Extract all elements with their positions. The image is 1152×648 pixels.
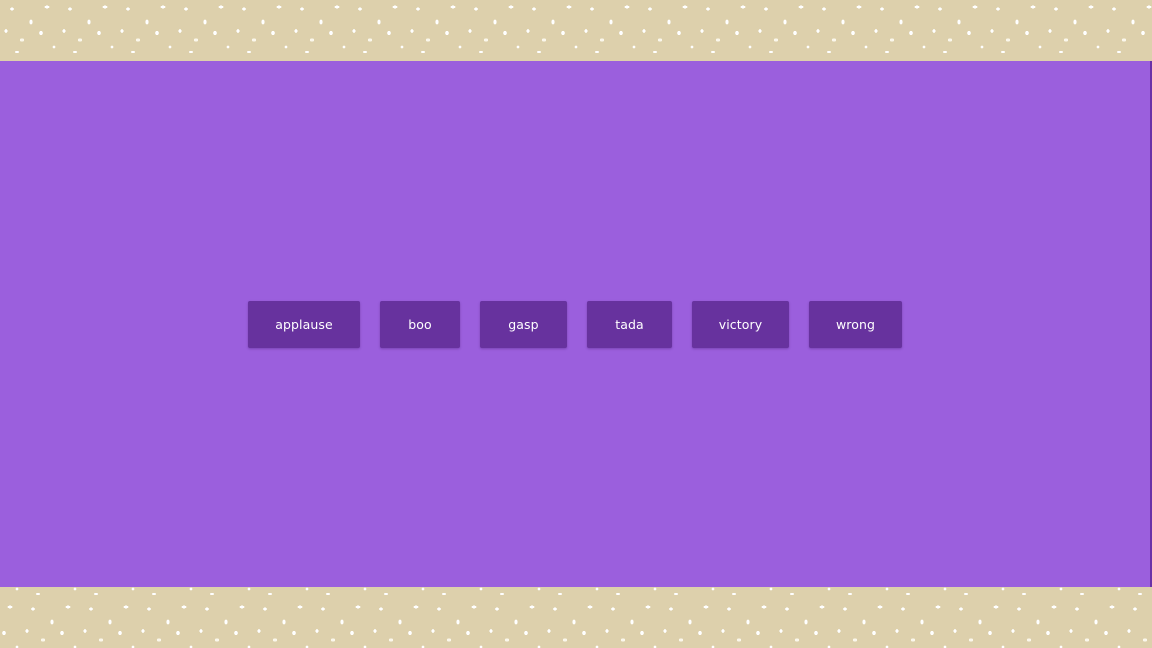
boo-button[interactable]: boo bbox=[380, 301, 460, 348]
victory-button[interactable]: victory bbox=[692, 301, 789, 348]
confetti-border-bottom bbox=[0, 587, 1152, 648]
gasp-button[interactable]: gasp bbox=[480, 301, 567, 348]
soundboard-stage: applause boo gasp tada victory wrong bbox=[0, 61, 1152, 587]
applause-button[interactable]: applause bbox=[248, 301, 360, 348]
confetti-border-top bbox=[0, 0, 1152, 61]
tada-button[interactable]: tada bbox=[587, 301, 672, 348]
sound-button-row: applause boo gasp tada victory wrong bbox=[0, 301, 1150, 348]
wrong-button[interactable]: wrong bbox=[809, 301, 902, 348]
